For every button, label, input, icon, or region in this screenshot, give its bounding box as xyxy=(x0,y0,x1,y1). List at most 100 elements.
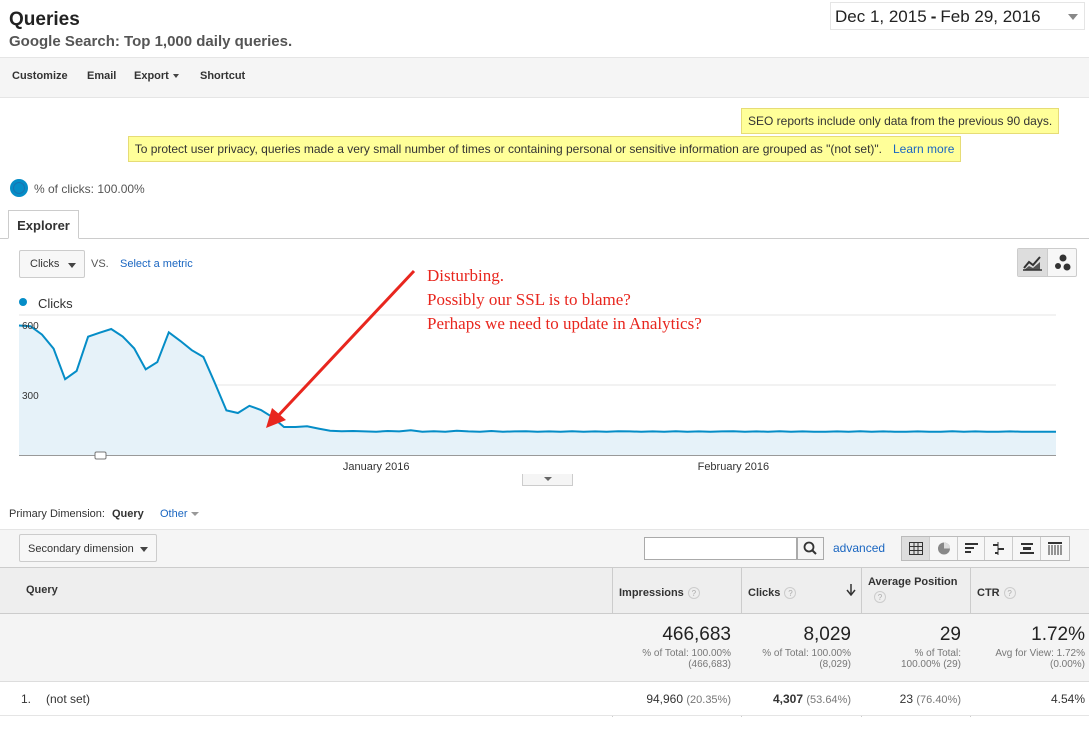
avg-position-header-label: Average Position xyxy=(868,576,958,588)
total-impressions-value: 466,683 xyxy=(662,624,731,645)
learn-more-link[interactable]: Learn more xyxy=(893,142,954,156)
grid-icon xyxy=(909,542,923,555)
metric-select[interactable]: Clicks xyxy=(19,250,85,278)
row-index: 1. xyxy=(21,692,32,706)
total-clicks: 8,029 % of Total: 100.00% (8,029) xyxy=(762,624,851,670)
export-label: Export xyxy=(134,70,169,82)
row-avg-position-value: 23 xyxy=(899,692,914,706)
comparison-icon xyxy=(993,542,1005,555)
chevron-down-icon xyxy=(190,512,199,517)
chart-collapse-handle[interactable] xyxy=(522,474,573,486)
pie-chart-icon xyxy=(937,542,950,555)
clicks-area-fill xyxy=(19,325,1056,455)
sampling-text: % of clicks: 100.00% xyxy=(34,182,145,196)
search-button[interactable] xyxy=(797,537,824,560)
secondary-dimension-select[interactable]: Secondary dimension xyxy=(19,534,157,562)
total-clicks-sub1: % of Total: 100.00% xyxy=(762,648,851,659)
table-header: Query Impressions? Clicks? Average Posit… xyxy=(0,567,1089,614)
page-subtitle: Google Search: Top 1,000 daily queries. xyxy=(9,33,293,50)
motion-chart-icon xyxy=(1055,254,1071,271)
chevron-down-icon xyxy=(1068,14,1078,20)
row-query[interactable]: (not set) xyxy=(46,692,90,706)
total-ctr-sub2: (0.00%) xyxy=(1049,659,1085,670)
annotation-line-1: Disturbing. xyxy=(427,266,504,285)
row-impressions: 94,960 (20.35%) xyxy=(646,692,731,706)
legend-marker xyxy=(19,298,27,306)
shortcut-button[interactable]: Shortcut xyxy=(200,70,245,82)
total-avg-position-sub1: % of Total: xyxy=(914,648,961,659)
legend-label: Clicks xyxy=(38,296,73,311)
chart-type-toggle xyxy=(1017,248,1077,277)
line-chart-button[interactable] xyxy=(1018,249,1048,276)
row-avg-position: 23 (76.40%) xyxy=(900,692,961,706)
ctr-header-label: CTR xyxy=(977,587,1000,599)
data-view-button[interactable] xyxy=(902,537,930,560)
tab-explorer[interactable]: Explorer xyxy=(8,210,79,239)
total-avg-position-sub2: 100.00% (29) xyxy=(900,659,961,670)
row-impressions-value: 94,960 xyxy=(646,692,684,706)
performance-view-button[interactable] xyxy=(958,537,986,560)
date-separator: - xyxy=(930,7,937,26)
term-cloud-view-button[interactable] xyxy=(1013,537,1042,560)
primary-dimension-label: Primary Dimension: xyxy=(9,508,105,520)
help-icon[interactable]: ? xyxy=(784,587,797,600)
annotation-marker-icon[interactable] xyxy=(94,451,107,460)
date-start: Dec 1, 2015 xyxy=(835,7,927,26)
total-clicks-value: 8,029 xyxy=(803,624,851,645)
search-icon xyxy=(803,541,817,555)
privacy-notice-text: To protect user privacy, queries made a … xyxy=(127,136,888,162)
table-search-input[interactable] xyxy=(644,537,797,560)
clicks-header-label: Clicks xyxy=(748,587,781,599)
metric-select-label: Clicks xyxy=(30,258,60,270)
motion-chart-button[interactable] xyxy=(1048,249,1077,276)
dimension-query[interactable]: Query xyxy=(112,508,144,520)
export-button[interactable]: Export xyxy=(134,70,179,82)
annotation-line-3: Perhaps we need to update in Analytics? xyxy=(427,314,702,333)
advanced-filter-link[interactable]: advanced xyxy=(833,541,885,555)
help-icon[interactable]: ? xyxy=(874,591,886,603)
line-chart-icon xyxy=(1023,256,1042,271)
table-row[interactable] xyxy=(0,717,1089,729)
row-avg-position-pct: (76.40%) xyxy=(916,694,961,706)
total-avg-position-value: 29 xyxy=(939,624,961,645)
table-row[interactable]: 1. (not set) 94,960 (20.35%) 4,307 (53.6… xyxy=(0,682,1089,716)
annotation-text: Disturbing. Possibly our SSL is to blame… xyxy=(427,264,702,336)
total-avg-position: 29 % of Total: 100.00% (29) xyxy=(901,624,961,670)
row-ctr: 4.54% xyxy=(1050,692,1085,706)
totals-row: 466,683 % of Total: 100.00% (466,683) 8,… xyxy=(0,614,1089,682)
impressions-header-label: Impressions xyxy=(619,587,684,599)
bars-icon xyxy=(964,543,978,553)
privacy-notice: To protect user privacy, queries made a … xyxy=(127,136,962,162)
pie-icon xyxy=(10,179,28,197)
x-tick-label: February 2016 xyxy=(698,461,770,473)
chevron-down-icon xyxy=(172,74,179,79)
email-button[interactable]: Email xyxy=(87,70,116,82)
date-range-picker[interactable]: Dec 1, 2015- Feb 29, 2016 xyxy=(830,2,1085,30)
percentage-view-button[interactable] xyxy=(930,537,958,560)
vs-label: VS. xyxy=(91,258,109,270)
x-tick-label: January 2016 xyxy=(343,461,410,473)
report-toolbar: Customize Email Export Shortcut xyxy=(0,57,1089,98)
y-tick-label: 600 xyxy=(22,321,39,332)
seo-notice: SEO reports include only data from the p… xyxy=(741,108,1060,134)
page-title: Queries xyxy=(9,9,80,30)
row-impressions-pct: (20.35%) xyxy=(686,694,731,706)
row-clicks: 4,307 (53.64%) xyxy=(773,692,851,706)
pivot-view-button[interactable] xyxy=(1041,537,1069,560)
dimension-other-label: Other xyxy=(160,508,188,520)
comparison-view-button[interactable] xyxy=(985,537,1014,560)
chevron-down-icon xyxy=(140,547,148,552)
total-impressions: 466,683 % of Total: 100.00% (466,683) xyxy=(642,624,731,670)
select-metric-link[interactable]: Select a metric xyxy=(120,258,193,270)
secondary-dimension-label: Secondary dimension xyxy=(28,543,134,555)
total-impressions-sub2: (466,683) xyxy=(688,659,731,670)
dimension-other[interactable]: Other xyxy=(160,508,199,520)
row-clicks-pct: (53.64%) xyxy=(806,694,851,706)
help-icon[interactable]: ? xyxy=(1003,587,1016,600)
total-ctr-sub1: Avg for View: 1.72% xyxy=(995,648,1085,659)
pivot-icon xyxy=(1048,542,1063,555)
customize-button[interactable]: Customize xyxy=(12,70,68,82)
total-impressions-sub1: % of Total: 100.00% xyxy=(642,648,731,659)
total-ctr: 1.72% Avg for View: 1.72% (0.00%) xyxy=(995,624,1085,670)
help-icon[interactable]: ? xyxy=(687,587,700,600)
